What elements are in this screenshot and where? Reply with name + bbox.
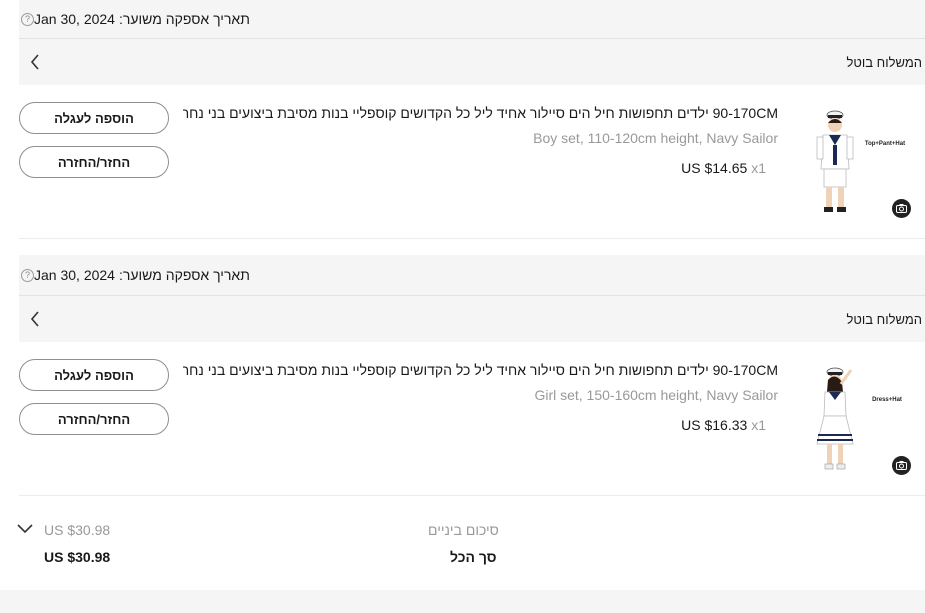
delivery-date: Jan 30, 2024 bbox=[34, 11, 115, 27]
help-circle-icon[interactable]: ? bbox=[21, 268, 34, 282]
subtotal-value: US $30.98 bbox=[44, 522, 111, 538]
chevron-left-icon[interactable] bbox=[27, 311, 43, 327]
product-variant: Boy set, 110-120cm height, Navy Sailor bbox=[533, 130, 778, 146]
product-price: US $16.33 bbox=[681, 417, 748, 433]
delivery-estimate: תאריך אספקה משוער: Jan 30, 2024 ? bbox=[19, 255, 925, 295]
subtotal-label: סיכום ביניים bbox=[428, 522, 499, 538]
add-to-cart-button[interactable]: הוספה לעגלה bbox=[19, 102, 169, 134]
divider bbox=[19, 238, 925, 239]
shipping-status-row[interactable]: המשלוח בוטל bbox=[19, 296, 925, 342]
order-group-header: תאריך אספקה משוער: Jan 30, 2024 ? המשלוח… bbox=[19, 0, 925, 85]
order-item: הוספה לעגלה החזר/החזרה 90-170CM ילדים תח… bbox=[19, 85, 925, 239]
return-refund-button[interactable]: החזר/החזרה bbox=[19, 146, 169, 178]
thumbnail-caption: Dress+Hat bbox=[872, 397, 902, 403]
return-refund-button[interactable]: החזר/החזרה bbox=[19, 403, 169, 435]
shipping-status: המשלוח בוטל bbox=[846, 311, 923, 327]
shipping-status-row[interactable]: המשלוח בוטל bbox=[19, 39, 925, 85]
product-title[interactable]: 90-170CM ילדים תחפושות חיל הים סיילור אח… bbox=[183, 105, 778, 121]
order-group-header: תאריך אספקה משוער: Jan 30, 2024 ? המשלוח… bbox=[19, 255, 925, 342]
price-line: US $16.33 x1 bbox=[681, 417, 778, 433]
delivery-label: תאריך אספקה משוער: bbox=[118, 11, 250, 27]
price-line: US $14.65 x1 bbox=[681, 160, 778, 176]
total-value: US $30.98 bbox=[44, 549, 111, 565]
chevron-left-icon[interactable] bbox=[27, 54, 43, 70]
product-variant: Girl set, 150-160cm height, Navy Sailor bbox=[534, 387, 778, 403]
camera-icon[interactable] bbox=[892, 456, 911, 475]
product-quantity: x1 bbox=[751, 417, 766, 433]
delivery-date: Jan 30, 2024 bbox=[34, 267, 115, 283]
product-quantity: x1 bbox=[751, 160, 766, 176]
add-to-cart-button[interactable]: הוספה לעגלה bbox=[19, 359, 169, 391]
help-circle-icon[interactable]: ? bbox=[21, 12, 34, 26]
thumbnail-caption: Top+Pant+Hat bbox=[865, 141, 905, 147]
order-summary: US $30.98 סיכום ביניים US $30.98 סך הכל bbox=[0, 508, 925, 588]
camera-icon[interactable] bbox=[892, 199, 911, 218]
product-title[interactable]: 90-170CM ילדים תחפושות חיל הים סיילור אח… bbox=[183, 362, 778, 378]
delivery-label: תאריך אספקה משוער: bbox=[118, 267, 250, 283]
total-label: סך הכל bbox=[450, 549, 497, 565]
divider bbox=[19, 495, 925, 496]
product-price: US $14.65 bbox=[681, 160, 748, 176]
chevron-down-icon[interactable] bbox=[16, 522, 34, 536]
order-item: הוספה לעגלה החזר/החזרה 90-170CM ילדים תח… bbox=[19, 342, 925, 496]
bottom-band bbox=[0, 590, 925, 613]
delivery-estimate: תאריך אספקה משוער: Jan 30, 2024 ? bbox=[19, 0, 925, 38]
shipping-status: המשלוח בוטל bbox=[846, 54, 923, 70]
